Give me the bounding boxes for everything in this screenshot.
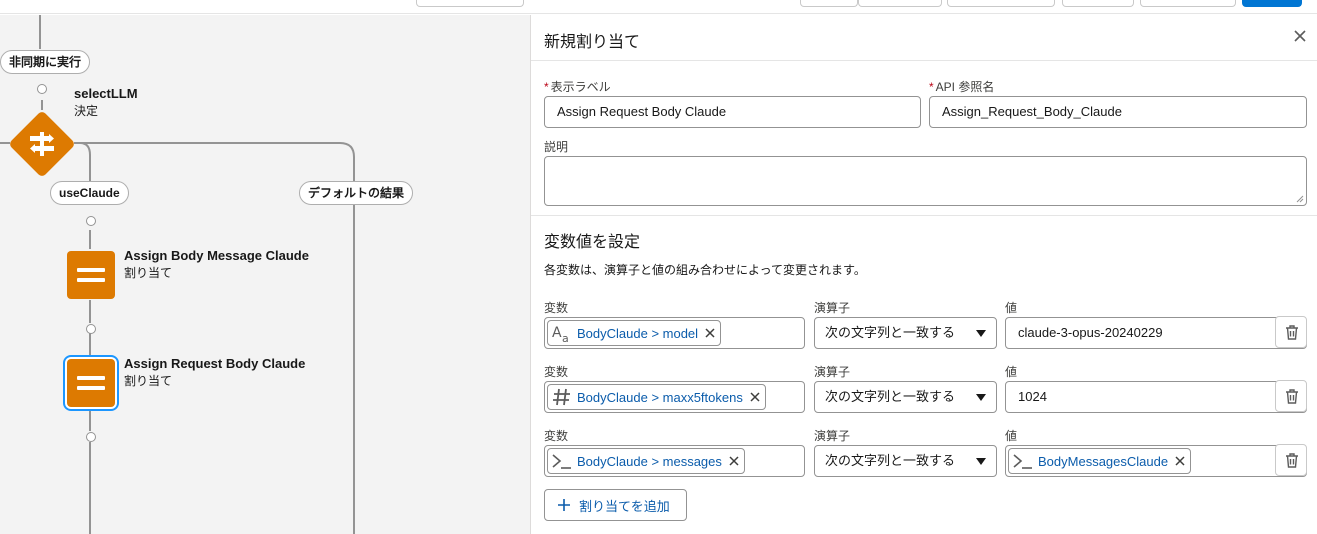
variable-input[interactable]: A a BodyClaude > model — [544, 317, 805, 349]
toolbar — [0, 0, 1317, 14]
connector-dot[interactable] — [37, 84, 47, 94]
flow-canvas[interactable]: 非同期に実行 selectLLM 決定 useClaude デフォルトの結果 A… — [0, 15, 530, 534]
assignment-node-request-body[interactable] — [67, 359, 115, 407]
section-divider — [531, 215, 1317, 216]
remove-icon[interactable] — [704, 327, 716, 339]
apex-variable-icon — [552, 454, 571, 469]
value-column-label: 値 — [1005, 365, 1018, 379]
decision-type: 決定 — [74, 104, 99, 118]
toolbar-button[interactable] — [416, 0, 524, 7]
toolbar-button[interactable] — [1140, 0, 1236, 7]
chevron-down-icon — [976, 394, 986, 401]
operator-value: 次の文字列と一致する — [825, 389, 956, 404]
save-button[interactable] — [1242, 0, 1302, 7]
toolbar-button[interactable] — [800, 0, 858, 7]
add-assignment-button[interactable]: 割り当てを追加 — [544, 489, 687, 521]
node-title: Assign Body Message Claude — [124, 248, 309, 263]
outcome-use-claude[interactable]: useClaude — [50, 181, 129, 205]
value-column-label: 値 — [1005, 429, 1018, 443]
svg-text:A: A — [552, 325, 562, 341]
chevron-down-icon — [976, 458, 986, 465]
equals-icon — [77, 376, 105, 390]
variable-column-label: 変数 — [544, 429, 569, 443]
remove-icon[interactable] — [728, 455, 740, 467]
variable-pill[interactable]: BodyClaude > messages — [547, 448, 745, 474]
variable-pill[interactable]: BodyClaude > maxx5ftokens — [547, 384, 766, 410]
operator-column-label: 演算子 — [814, 365, 851, 379]
section-title: 変数値を設定 — [544, 234, 641, 251]
decision-title: selectLLM — [74, 86, 138, 101]
apex-variable-icon — [1013, 454, 1032, 469]
variable-pill-label: BodyClaude > maxx5ftokens — [577, 389, 743, 405]
api-name-input[interactable]: Assign_Request_Body_Claude — [929, 96, 1307, 128]
operator-column-label: 演算子 — [814, 301, 851, 315]
remove-icon[interactable] — [1174, 455, 1186, 467]
assignment-editor-panel: 新規割り当て * 表示ラベル Assign Request Body Claude… — [530, 15, 1317, 534]
operator-value: 次の文字列と一致する — [825, 325, 956, 340]
operator-select[interactable]: 次の文字列と一致する — [814, 445, 997, 477]
toolbar-button[interactable] — [1062, 0, 1134, 7]
trash-icon — [1286, 389, 1298, 404]
variable-column-label: 変数 — [544, 301, 569, 315]
api-name-field-label: * API 参照名 — [929, 80, 995, 94]
operator-select[interactable]: 次の文字列と一致する — [814, 381, 997, 413]
variable-column-label: 変数 — [544, 365, 569, 379]
connector-dot[interactable] — [86, 216, 96, 226]
remove-icon[interactable] — [749, 391, 761, 403]
toolbar-button[interactable] — [947, 0, 1055, 7]
outcome-default[interactable]: デフォルトの結果 — [299, 181, 414, 205]
variable-pill[interactable]: A a BodyClaude > model — [547, 320, 722, 346]
add-assignment-label: 割り当てを追加 — [579, 498, 670, 514]
label-field-label: * 表示ラベル — [544, 80, 611, 94]
async-path-label[interactable]: 非同期に実行 — [0, 50, 91, 74]
trash-icon — [1286, 453, 1298, 468]
trash-icon — [1286, 325, 1298, 340]
plus-icon — [558, 499, 570, 511]
value-input[interactable]: BodyMessagesClaude — [1005, 445, 1307, 477]
node-title: Assign Request Body Claude — [124, 356, 306, 371]
operator-column-label: 演算子 — [814, 429, 851, 443]
variable-pill-label: BodyClaude > messages — [577, 453, 722, 469]
delete-row-button[interactable] — [1275, 380, 1307, 412]
text-variable-icon: A a — [552, 325, 569, 344]
value-input[interactable]: claude-3-opus-20240229 — [1005, 317, 1307, 349]
value-input[interactable]: 1024 — [1005, 381, 1307, 413]
number-variable-icon — [553, 388, 570, 406]
equals-icon — [77, 268, 105, 282]
delete-row-button[interactable] — [1275, 316, 1307, 348]
value-pill[interactable]: BodyMessagesClaude — [1008, 448, 1192, 474]
description-textarea[interactable] — [544, 156, 1307, 206]
toolbar-button[interactable] — [858, 0, 942, 7]
svg-text:a: a — [562, 332, 569, 344]
value-column-label: 値 — [1005, 301, 1018, 315]
label-input[interactable]: Assign Request Body Claude — [544, 96, 921, 128]
variable-input[interactable]: BodyClaude > messages — [544, 445, 805, 477]
connector-dot[interactable] — [86, 432, 96, 442]
close-icon[interactable] — [1293, 29, 1307, 43]
assignment-node-body-message[interactable] — [67, 251, 115, 299]
operator-select[interactable]: 次の文字列と一致する — [814, 317, 997, 349]
panel-title: 新規割り当て — [544, 34, 641, 51]
node-type: 割り当て — [124, 374, 173, 388]
chevron-down-icon — [976, 330, 986, 337]
value-pill-label: BodyMessagesClaude — [1038, 453, 1169, 469]
variable-input[interactable]: BodyClaude > maxx5ftokens — [544, 381, 805, 413]
section-description: 各変数は、演算子と値の組み合わせによって変更されます。 — [544, 263, 866, 277]
variable-pill-label: BodyClaude > model — [577, 325, 699, 341]
connector-dot[interactable] — [86, 324, 96, 334]
delete-row-button[interactable] — [1275, 444, 1307, 476]
decision-icon — [30, 132, 54, 156]
panel-header: 新規割り当て — [531, 15, 1317, 61]
resize-grip-icon[interactable] — [1296, 195, 1304, 203]
node-type: 割り当て — [124, 266, 173, 280]
operator-value: 次の文字列と一致する — [825, 453, 956, 468]
description-field-label: 説明 — [544, 140, 569, 154]
